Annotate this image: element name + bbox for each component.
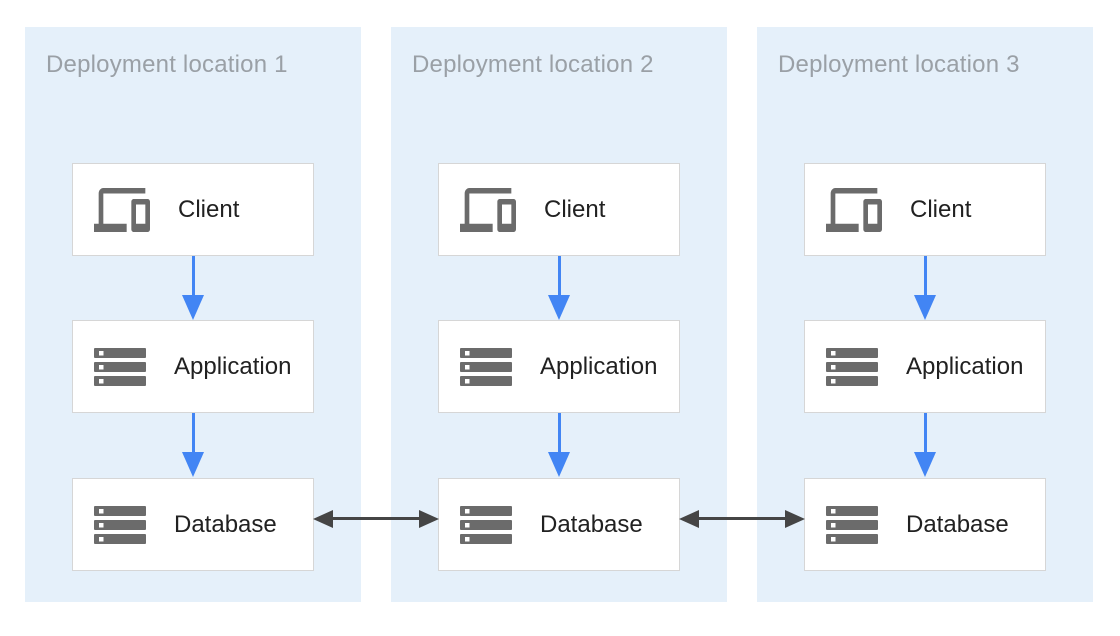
- arrow-head-left-icon: [679, 510, 699, 528]
- node-label: Application: [174, 353, 291, 381]
- flow-arrow-client-to-application: [547, 256, 571, 320]
- node-label: Database: [540, 511, 643, 539]
- flow-arrow-application-to-database: [181, 413, 205, 477]
- server-stack-icon: [826, 506, 878, 544]
- arrow-head-icon: [914, 452, 936, 477]
- devices-icon: [94, 188, 150, 232]
- devices-icon: [460, 188, 516, 232]
- devices-icon: [826, 188, 882, 232]
- node-label: Database: [174, 511, 277, 539]
- arrow-head-left-icon: [313, 510, 333, 528]
- application-node: Application: [438, 320, 680, 413]
- arrow-stem: [192, 256, 195, 295]
- server-stack-icon: [94, 348, 146, 386]
- sync-arrow-database2-database3: [679, 509, 805, 528]
- arrow-stem: [924, 413, 927, 452]
- node-label: Application: [540, 353, 657, 381]
- flow-arrow-client-to-application: [913, 256, 937, 320]
- server-stack-icon: [460, 506, 512, 544]
- arrow-stem: [558, 413, 561, 452]
- arrow-head-icon: [548, 295, 570, 320]
- server-stack-icon: [460, 348, 512, 386]
- node-label: Database: [906, 511, 1009, 539]
- application-node: Application: [72, 320, 314, 413]
- node-label: Application: [906, 353, 1023, 381]
- arrow-stem: [192, 413, 195, 452]
- arrow-head-right-icon: [419, 510, 439, 528]
- application-node: Application: [804, 320, 1046, 413]
- deployment-location-panel-1: Deployment location 1 Client Application: [25, 27, 361, 602]
- client-node: Client: [438, 163, 680, 256]
- client-node: Client: [804, 163, 1046, 256]
- arrow-head-icon: [548, 452, 570, 477]
- panel-title: Deployment location 2: [412, 51, 654, 79]
- sync-arrow-database1-database2: [313, 509, 439, 528]
- flow-arrow-client-to-application: [181, 256, 205, 320]
- arrow-shaft: [333, 517, 419, 520]
- deployment-location-panel-2: Deployment location 2 Client Application: [391, 27, 727, 602]
- flow-arrow-application-to-database: [913, 413, 937, 477]
- panel-title: Deployment location 3: [778, 51, 1020, 79]
- deployment-architecture-diagram: Deployment location 1 Client Application: [0, 0, 1120, 636]
- client-node: Client: [72, 163, 314, 256]
- arrow-head-icon: [914, 295, 936, 320]
- node-label: Client: [544, 196, 605, 224]
- arrow-stem: [924, 256, 927, 295]
- panel-title: Deployment location 1: [46, 51, 288, 79]
- node-label: Client: [910, 196, 971, 224]
- arrow-head-icon: [182, 295, 204, 320]
- deployment-location-panel-3: Deployment location 3 Client Application: [757, 27, 1093, 602]
- flow-arrow-application-to-database: [547, 413, 571, 477]
- database-node: Database: [804, 478, 1046, 571]
- server-stack-icon: [826, 348, 878, 386]
- arrow-head-icon: [182, 452, 204, 477]
- node-label: Client: [178, 196, 239, 224]
- arrow-stem: [558, 256, 561, 295]
- server-stack-icon: [94, 506, 146, 544]
- database-node: Database: [72, 478, 314, 571]
- arrow-head-right-icon: [785, 510, 805, 528]
- arrow-shaft: [699, 517, 785, 520]
- database-node: Database: [438, 478, 680, 571]
